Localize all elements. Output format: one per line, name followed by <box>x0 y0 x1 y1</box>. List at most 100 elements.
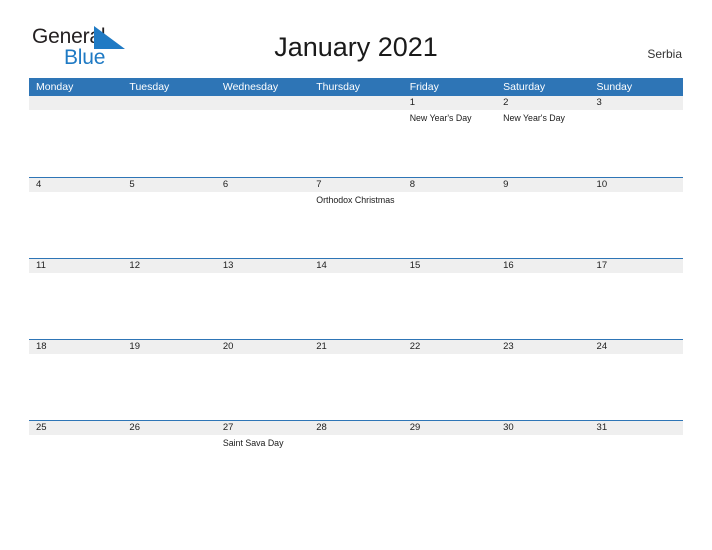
day-events <box>309 435 402 501</box>
day-number[interactable]: 9 <box>496 178 589 192</box>
day-number[interactable]: 16 <box>496 259 589 273</box>
day-number[interactable]: 3 <box>590 96 683 110</box>
day-number[interactable]: 14 <box>309 259 402 273</box>
event-band: New Year's Day New Year's Day <box>29 110 683 176</box>
day-events <box>590 435 683 501</box>
date-number-band: 1 2 3 <box>29 96 683 110</box>
calendar-week-row: 4 5 6 7 8 9 10 Orthodox Christmas <box>29 177 683 258</box>
day-number[interactable]: 4 <box>29 178 122 192</box>
day-events <box>29 192 122 258</box>
day-events <box>122 110 215 176</box>
day-number[interactable]: 26 <box>122 421 215 435</box>
calendar-grid: Monday Tuesday Wednesday Thursday Friday… <box>29 78 683 501</box>
day-events <box>496 435 589 501</box>
weekday-sunday: Sunday <box>596 81 633 93</box>
calendar-page: General Blue January 2021 Serbia Monday … <box>0 0 712 550</box>
date-number-band: 4 5 6 7 8 9 10 <box>29 178 683 192</box>
event-label: New Year's Day <box>503 113 565 123</box>
country-label: Serbia <box>647 47 682 61</box>
day-number[interactable] <box>309 96 402 110</box>
day-events <box>309 110 402 176</box>
event-label: Orthodox Christmas <box>316 195 395 205</box>
date-number-band: 18 19 20 21 22 23 24 <box>29 340 683 354</box>
day-number[interactable] <box>122 96 215 110</box>
weekday-monday: Monday <box>36 81 74 93</box>
day-number[interactable]: 25 <box>29 421 122 435</box>
day-events <box>122 435 215 501</box>
page-title: January 2021 <box>274 32 438 62</box>
day-events <box>590 110 683 176</box>
day-events <box>122 192 215 258</box>
day-number[interactable]: 7 <box>309 178 402 192</box>
page-header: General Blue January 2021 Serbia <box>0 0 712 78</box>
day-number[interactable]: 27 <box>216 421 309 435</box>
day-events <box>29 273 122 339</box>
day-number[interactable]: 5 <box>122 178 215 192</box>
day-events <box>496 192 589 258</box>
day-events <box>590 273 683 339</box>
day-events <box>496 273 589 339</box>
weekday-friday: Friday <box>409 81 439 93</box>
day-events <box>216 110 309 176</box>
day-number[interactable]: 8 <box>403 178 496 192</box>
day-number[interactable]: 2 <box>496 96 589 110</box>
day-number[interactable]: 6 <box>216 178 309 192</box>
day-number[interactable]: 31 <box>590 421 683 435</box>
day-number[interactable] <box>216 96 309 110</box>
event-band <box>29 354 683 420</box>
day-number[interactable]: 29 <box>403 421 496 435</box>
day-events <box>309 354 402 420</box>
day-number[interactable]: 15 <box>403 259 496 273</box>
day-number[interactable]: 12 <box>122 259 215 273</box>
day-events <box>122 354 215 420</box>
event-band: Saint Sava Day <box>29 435 683 501</box>
weekday-header-row: Monday Tuesday Wednesday Thursday Friday… <box>29 78 683 96</box>
day-events <box>29 110 122 176</box>
day-number[interactable]: 21 <box>309 340 402 354</box>
day-number[interactable]: 18 <box>29 340 122 354</box>
event-band: Orthodox Christmas <box>29 192 683 258</box>
day-events: New Year's Day <box>496 110 589 176</box>
day-events <box>122 273 215 339</box>
day-number[interactable]: 17 <box>590 259 683 273</box>
weekday-saturday: Saturday <box>503 81 546 93</box>
weekday-thursday: Thursday <box>316 81 361 93</box>
day-number[interactable]: 11 <box>29 259 122 273</box>
day-number[interactable]: 22 <box>403 340 496 354</box>
day-number[interactable]: 13 <box>216 259 309 273</box>
day-number[interactable]: 10 <box>590 178 683 192</box>
calendar-week-row: 25 26 27 28 29 30 31 Saint Sava Day <box>29 420 683 501</box>
day-events <box>216 354 309 420</box>
day-number[interactable]: 30 <box>496 421 589 435</box>
day-number[interactable]: 1 <box>403 96 496 110</box>
day-events <box>29 435 122 501</box>
date-number-band: 25 26 27 28 29 30 31 <box>29 421 683 435</box>
day-events <box>216 192 309 258</box>
day-events <box>403 273 496 339</box>
event-band <box>29 273 683 339</box>
day-events <box>403 435 496 501</box>
calendar-week-row: 18 19 20 21 22 23 24 <box>29 339 683 420</box>
day-number[interactable]: 28 <box>309 421 402 435</box>
day-events <box>403 192 496 258</box>
day-events <box>590 192 683 258</box>
date-number-band: 11 12 13 14 15 16 17 <box>29 259 683 273</box>
weekday-wednesday: Wednesday <box>222 81 279 93</box>
day-events <box>29 354 122 420</box>
calendar-week-row: 1 2 3 New Year's Day New Year's Day <box>29 96 683 177</box>
day-events <box>496 354 589 420</box>
day-number[interactable] <box>29 96 122 110</box>
day-events <box>309 273 402 339</box>
day-events <box>403 354 496 420</box>
day-number[interactable]: 23 <box>496 340 589 354</box>
day-events: Orthodox Christmas <box>309 192 402 258</box>
day-events: New Year's Day <box>403 110 496 176</box>
day-events <box>590 354 683 420</box>
day-number[interactable]: 24 <box>590 340 683 354</box>
day-events <box>216 273 309 339</box>
day-number[interactable]: 19 <box>122 340 215 354</box>
day-number[interactable]: 20 <box>216 340 309 354</box>
event-label: New Year's Day <box>409 113 472 123</box>
calendar-week-row: 11 12 13 14 15 16 17 <box>29 258 683 339</box>
weekday-tuesday: Tuesday <box>129 81 170 93</box>
